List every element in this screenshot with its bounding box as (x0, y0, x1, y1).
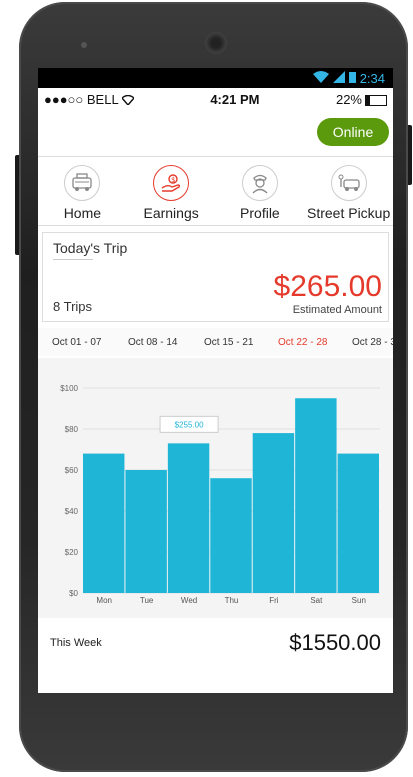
title-underline (53, 259, 93, 260)
chart-bar[interactable] (125, 470, 167, 593)
earnings-chart: $0 $20 $40 $60 $80 $100 Mon Tue Wed Thu Fri Sat Sun $… (38, 358, 393, 618)
y-tick-label: $80 (65, 425, 79, 434)
top-bar: Online (38, 110, 393, 157)
android-status-bar: 2:34 (38, 68, 393, 88)
nav-label: Earnings (143, 205, 199, 221)
app-screen: 2:34 ●●●○○ BELL 4:21 PM 22% Online Home … (38, 68, 393, 693)
main-nav: Home $ Earnings Profile Street Pickup (38, 157, 393, 226)
chart-svg: $0 $20 $40 $60 $80 $100 Mon Tue Wed Thu Fri Sat Sun $… (60, 384, 380, 605)
y-tick-label: $0 (69, 589, 78, 598)
week-total-label: This Week (50, 637, 102, 649)
chart-bar[interactable] (295, 398, 337, 593)
week-tab[interactable]: Oct 22 - 28 (278, 337, 327, 348)
sensor-icon (81, 42, 87, 48)
online-toggle-button[interactable]: Online (317, 118, 389, 146)
camera-icon (205, 32, 227, 54)
carrier-label: ●●●○○ BELL (44, 92, 135, 107)
wifi-icon (120, 92, 135, 107)
x-tick-label: Wed (181, 596, 197, 605)
nav-label: Street Pickup (306, 205, 391, 221)
amount-label: Estimated Amount (292, 304, 382, 316)
y-tick-label: $60 (65, 466, 79, 475)
x-tick-label: Sun (352, 596, 366, 605)
nav-item-street-pickup[interactable]: Street Pickup (304, 157, 393, 225)
battery-icon (365, 94, 387, 106)
nav-item-profile[interactable]: Profile (216, 157, 305, 225)
y-tick-label: $100 (60, 384, 78, 393)
battery-status: 22% (336, 92, 387, 107)
street-pickup-icon (330, 165, 367, 201)
nav-label: Home (63, 205, 102, 221)
taxi-icon (64, 165, 101, 201)
week-total: This Week $1550.00 (38, 618, 393, 668)
trip-count: 8 Trips (53, 299, 93, 314)
x-tick-label: Mon (96, 596, 112, 605)
battery-icon (348, 71, 356, 86)
week-tab[interactable]: Oct 15 - 21 (204, 337, 253, 348)
chart-bar[interactable] (210, 478, 252, 593)
chart-bar[interactable] (252, 433, 295, 593)
driver-icon (241, 165, 278, 201)
svg-text:$: $ (171, 176, 175, 184)
week-tab[interactable]: Oct 08 - 14 (128, 337, 177, 348)
chart-bar[interactable] (83, 453, 125, 593)
ios-status-bar: ●●●○○ BELL 4:21 PM 22% (38, 88, 393, 110)
week-tab[interactable]: Oct 28 - 3 (352, 337, 393, 348)
today-trip-card: Today's Trip 8 Trips $265.00 Estimated A… (42, 232, 389, 322)
x-tick-label: Fri (269, 596, 279, 605)
money-hand-icon: $ (153, 165, 190, 201)
card-title: Today's Trip (53, 240, 128, 256)
week-selector: Oct 01 - 07 Oct 08 - 14 Oct 15 - 21 Oct 22 … (38, 328, 393, 356)
nav-label: Profile (240, 205, 280, 221)
x-tick-label: Sat (310, 596, 323, 605)
y-tick-label: $40 (65, 507, 79, 516)
wifi-icon (312, 70, 329, 86)
android-time: 2:34 (359, 70, 385, 86)
today-amount: $265.00 (273, 270, 382, 303)
x-tick-label: Tue (140, 596, 154, 605)
ios-time: 4:21 PM (210, 91, 260, 107)
week-tab[interactable]: Oct 01 - 07 (52, 337, 101, 348)
x-tick-label: Thu (225, 596, 239, 605)
tooltip-label: $255.00 (175, 420, 204, 429)
chart-bar[interactable] (337, 453, 379, 593)
week-total-value: $1550.00 (289, 630, 381, 655)
signal-icon (332, 70, 345, 86)
nav-item-earnings[interactable]: $ Earnings (127, 157, 216, 225)
chart-bar[interactable] (167, 443, 210, 593)
nav-item-home[interactable]: Home (38, 157, 127, 225)
y-tick-label: $20 (65, 548, 79, 557)
